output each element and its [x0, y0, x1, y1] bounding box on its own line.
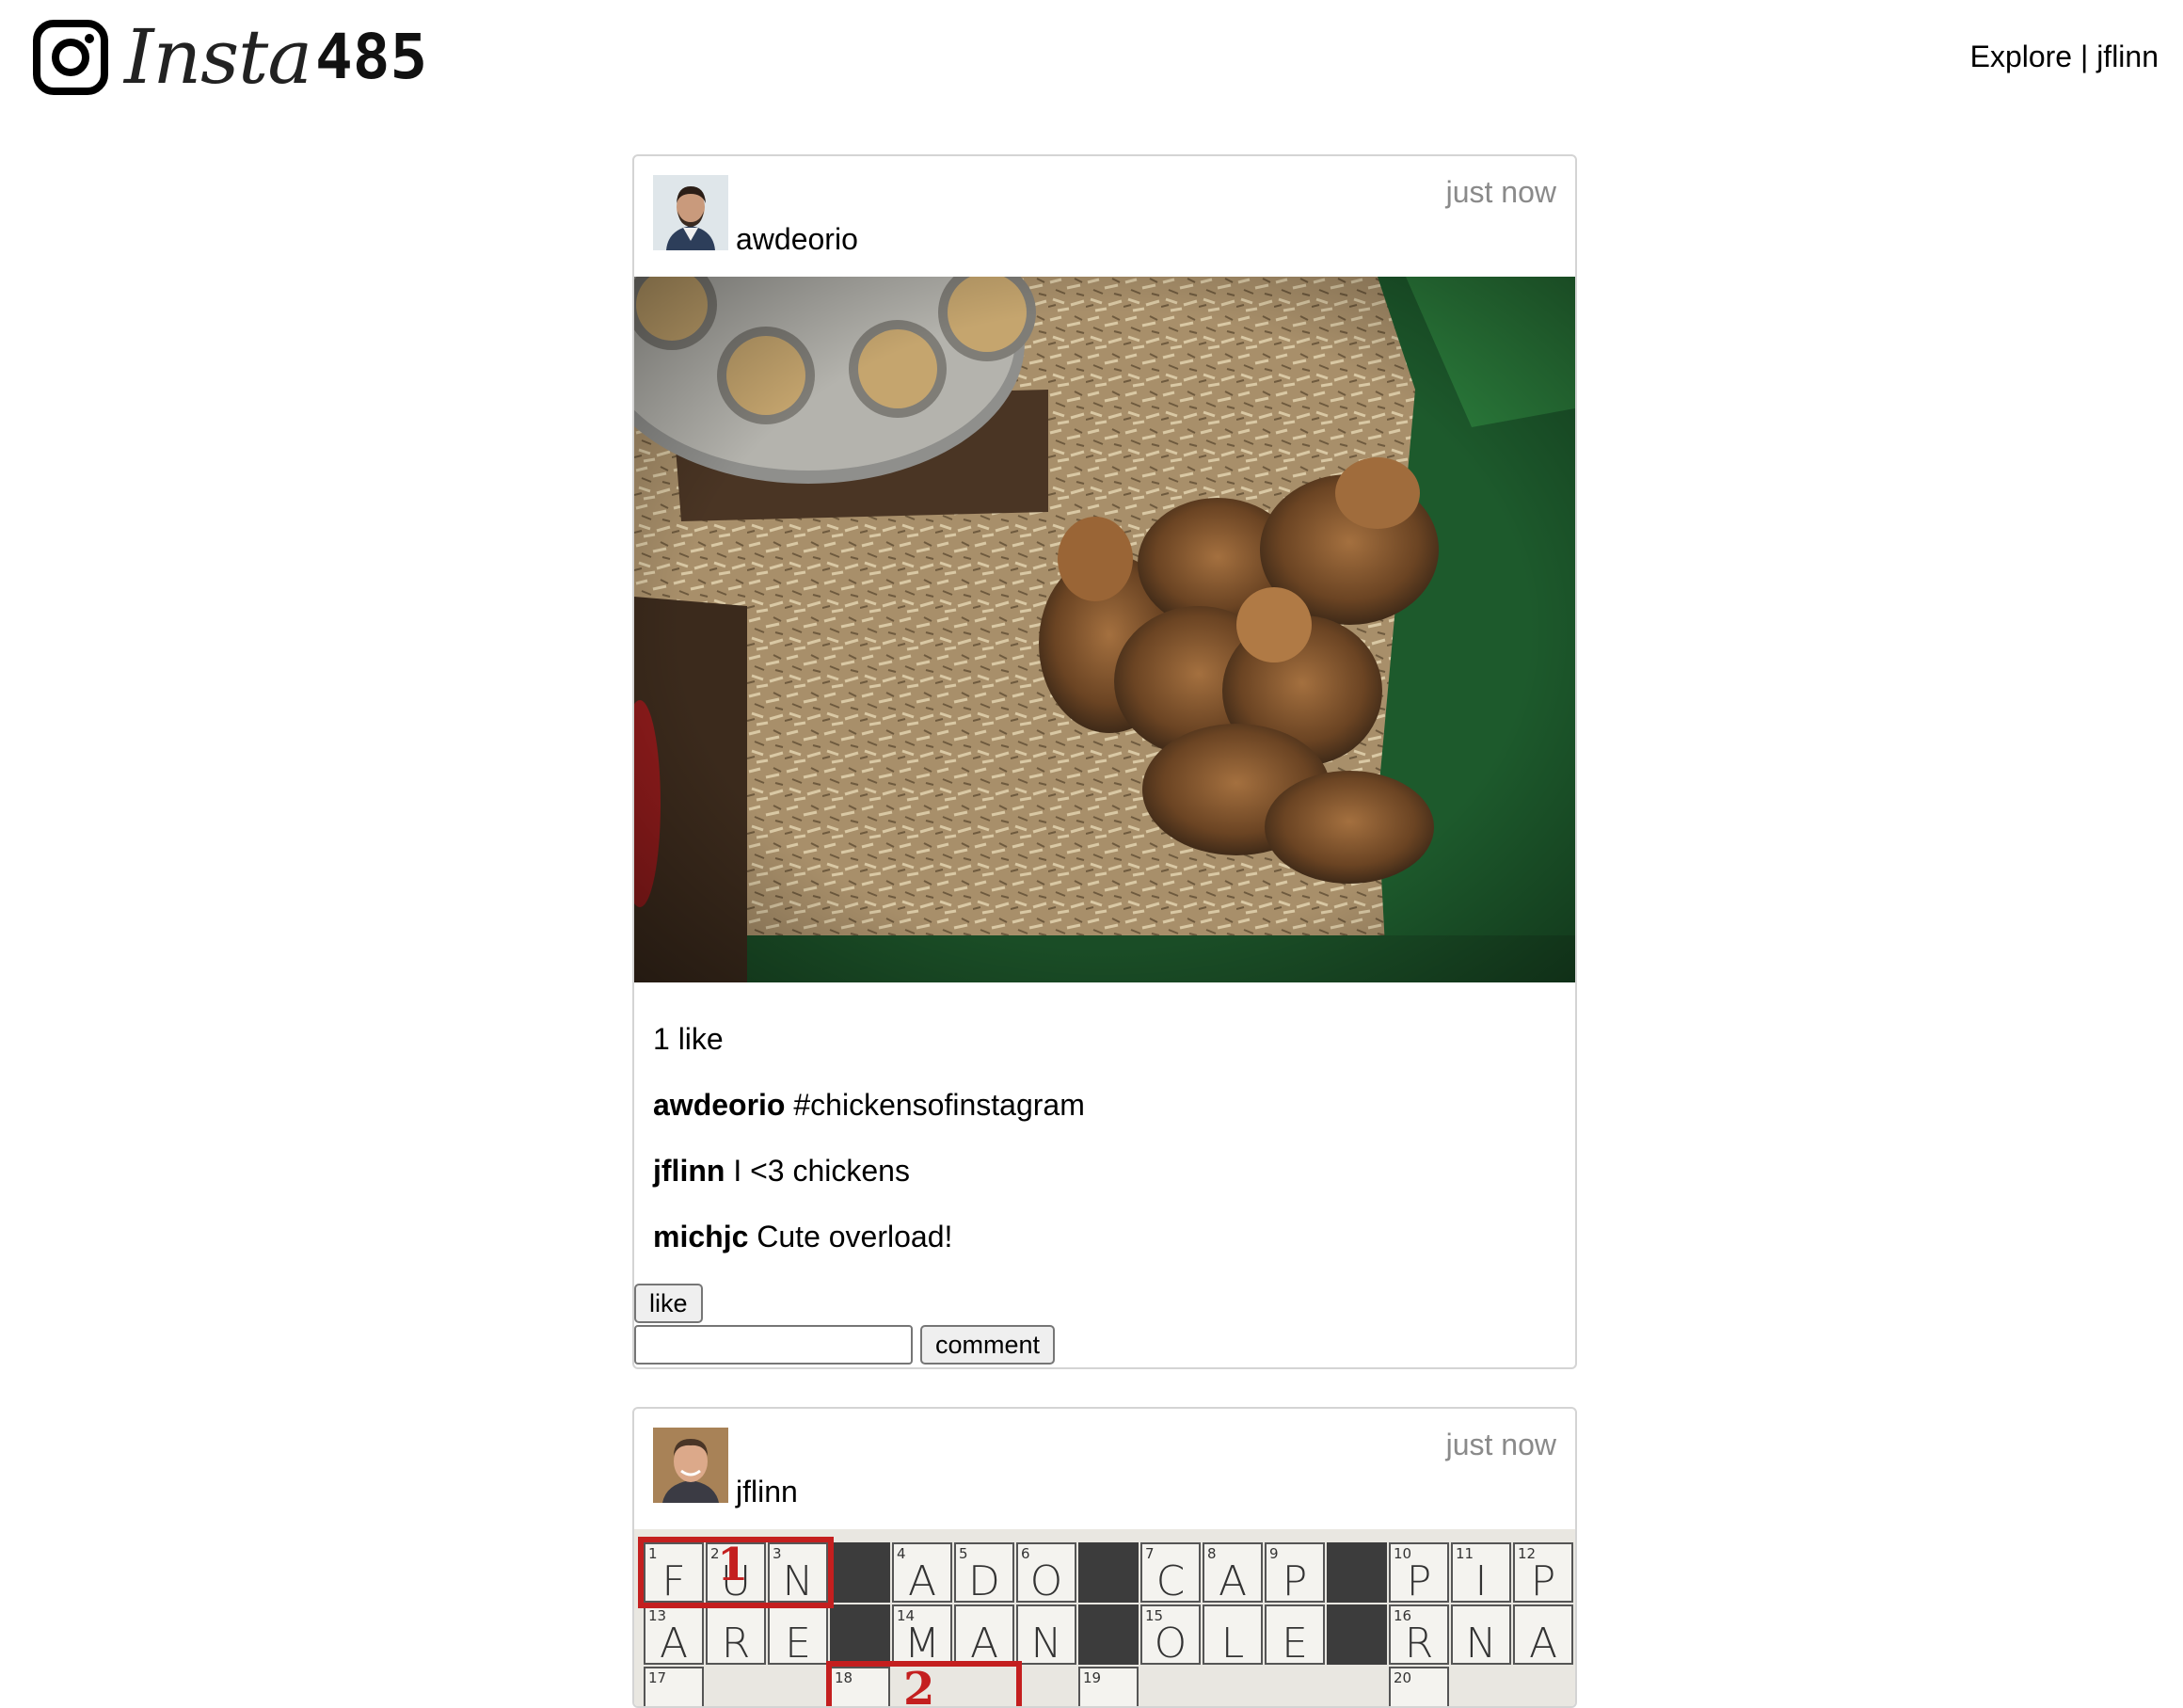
crossword-clue-number: 17 — [648, 1669, 667, 1686]
post-timestamp-link[interactable]: just now — [1446, 1426, 1556, 1463]
post-card: awdeorio just now 1 like awdeorio #chick… — [632, 154, 1577, 1369]
crossword-cell: R — [706, 1604, 766, 1668]
logo-number: 485 — [315, 21, 428, 93]
comment-text: #chickensofinstagram — [793, 1088, 1085, 1122]
top-nav: Explore | jflinn — [1970, 38, 2159, 75]
crossword-cell: 6O — [1016, 1542, 1076, 1605]
crossword-photo: 1 F 2 U 3 N 4 A 5 D 6 O 7 C 8 A 9 P 10 P 11 I 12 P 13 A R E 14 M A N 15 O… — [634, 1529, 1575, 1708]
crossword-cell: 11 I — [1451, 1542, 1511, 1605]
crossword-cell: A — [1513, 1604, 1573, 1668]
chicks-photo-image — [634, 277, 1575, 982]
crossword-letter: N — [1465, 1620, 1497, 1668]
crossword-letter: P — [1530, 1557, 1556, 1605]
crossword-black-square — [1327, 1604, 1387, 1665]
post-header: jflinn just now — [634, 1409, 1575, 1531]
post-timestamp-link[interactable]: just now — [1446, 173, 1556, 211]
avatar-image — [653, 175, 728, 250]
site-header: Insta 485 Explore | jflinn — [0, 0, 2183, 122]
crossword-letter: A — [1528, 1620, 1558, 1668]
crossword-cell: 12 P — [1513, 1542, 1573, 1605]
crossword-cell: 16 R — [1389, 1604, 1449, 1668]
crossword-letter: A — [1218, 1557, 1248, 1605]
crossword-letter: A — [907, 1557, 937, 1605]
crossword-cell: 14 M — [892, 1604, 952, 1668]
crossword-black-square — [830, 1604, 890, 1665]
crossword-letter: C — [1155, 1557, 1186, 1605]
comment-item: awdeorio #chickensofinstagram — [653, 1086, 1085, 1124]
crossword-letter: O — [1154, 1620, 1187, 1668]
comment-item: jflinn I <3 chickens — [653, 1152, 910, 1189]
instagram-camera-icon — [33, 20, 108, 95]
crossword-letter: I — [1474, 1557, 1488, 1605]
crossword-clue-number: 19 — [1083, 1669, 1102, 1686]
crossword-letter: R — [721, 1620, 751, 1668]
owner-username-link[interactable]: jflinn — [736, 1473, 798, 1510]
crossword-letter: E — [785, 1620, 811, 1668]
crossword-letter: R — [1404, 1620, 1434, 1668]
crossword-cell: 19 — [1078, 1667, 1139, 1706]
crossword-cell: 13 A — [644, 1604, 704, 1668]
owner-avatar[interactable] — [653, 1428, 728, 1503]
crossword-letter: D — [968, 1557, 1000, 1605]
crossword-cell: 15 O — [1140, 1604, 1201, 1668]
comment-owner-link[interactable]: jflinn — [653, 1154, 725, 1188]
crossword-cell: 10 P — [1389, 1542, 1449, 1605]
crossword-cell: E — [768, 1604, 828, 1668]
crossword-cell: 17 — [644, 1667, 704, 1706]
explore-link[interactable]: Explore — [1970, 40, 2073, 73]
crossword-cell: 8A — [1203, 1542, 1263, 1605]
comment-item: michjc Cute overload! — [653, 1218, 952, 1255]
crossword-cell: N — [1016, 1604, 1076, 1668]
comment-text: Cute overload! — [757, 1220, 953, 1253]
home-logo-link[interactable]: Insta 485 — [32, 19, 427, 96]
crossword-cell: L — [1203, 1604, 1263, 1668]
crossword-cell: 7C — [1140, 1542, 1201, 1605]
comment-submit-button[interactable]: comment — [920, 1325, 1056, 1365]
crossword-black-square — [1078, 1542, 1139, 1603]
crossword-black-square — [1078, 1604, 1139, 1665]
crossword-cell: 5D — [954, 1542, 1014, 1605]
crossword-red-mark: 1 — [717, 1539, 749, 1591]
nav-separator: | — [2072, 40, 2097, 73]
crossword-letter: A — [659, 1620, 689, 1668]
crossword-letter: O — [1029, 1557, 1063, 1605]
current-user-link[interactable]: jflinn — [2096, 40, 2159, 73]
crossword-black-square — [830, 1542, 890, 1603]
crossword-letter: N — [1030, 1620, 1062, 1668]
post-card: jflinn just now 1 F 2 U 3 N 4 A 5 D 6 O 7 C 8 A 9 P 10 P 11 I… — [632, 1407, 1577, 1708]
crossword-letter: P — [1282, 1557, 1308, 1605]
crossword-cell: 9P — [1265, 1542, 1325, 1605]
comment-owner-link[interactable]: awdeorio — [653, 1088, 785, 1122]
crossword-cell: A — [954, 1604, 1014, 1668]
likes-count: 1 like — [653, 1022, 724, 1056]
crossword-red-mark: 2 — [903, 1663, 935, 1708]
post-photo — [634, 277, 1575, 982]
crossword-cell: 4A — [892, 1542, 952, 1605]
crossword-letter: L — [1220, 1620, 1245, 1668]
like-button[interactable]: like — [634, 1284, 703, 1323]
crossword-cell: 20 — [1389, 1667, 1449, 1706]
crossword-letter: E — [1282, 1620, 1308, 1668]
comment-input[interactable] — [634, 1325, 913, 1365]
logo-wordmark: Insta — [124, 13, 312, 101]
owner-username-link[interactable]: awdeorio — [736, 220, 858, 258]
owner-avatar[interactable] — [653, 175, 728, 250]
crossword-black-square — [1327, 1542, 1387, 1603]
crossword-letter: P — [1406, 1557, 1432, 1605]
crossword-clue-number: 20 — [1394, 1669, 1412, 1686]
comment-text: I <3 chickens — [733, 1154, 910, 1188]
crossword-cell: E — [1265, 1604, 1325, 1668]
comment-owner-link[interactable]: michjc — [653, 1220, 748, 1253]
post-header: awdeorio just now — [634, 156, 1575, 279]
crossword-cell: N — [1451, 1604, 1511, 1668]
avatar-image — [653, 1428, 728, 1503]
